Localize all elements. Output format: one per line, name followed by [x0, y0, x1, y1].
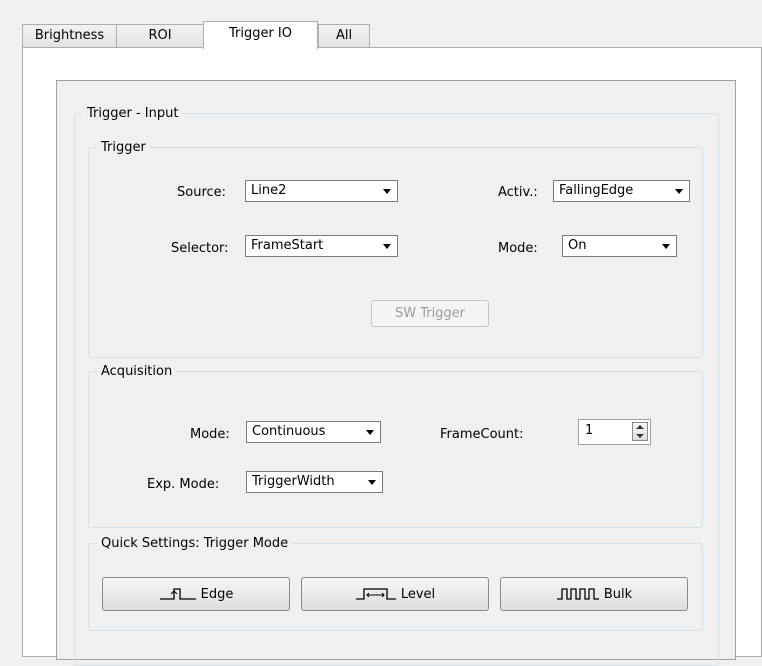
trigger-mode-dropdown[interactable]: On [562, 235, 677, 257]
spin-stepper[interactable] [632, 422, 648, 441]
framecount-value: 1 [585, 423, 594, 438]
edge-waveform-icon [159, 588, 196, 600]
edge-label: Edge [200, 586, 234, 602]
framecount-spinbox[interactable]: 1 [578, 419, 651, 445]
chevron-down-icon [383, 244, 391, 249]
bulk-waveform-icon [556, 588, 599, 600]
activation-value: FallingEdge [559, 183, 634, 198]
source-value: Line2 [251, 183, 287, 198]
quick-settings-title: Quick Settings: Trigger Mode [101, 536, 289, 551]
chevron-down-icon [368, 480, 376, 485]
tab-all[interactable]: All [318, 24, 370, 48]
level-label: Level [400, 586, 436, 602]
source-dropdown[interactable]: Line2 [245, 180, 398, 202]
spin-down-icon[interactable] [636, 434, 644, 438]
chevron-down-icon [675, 189, 683, 194]
tab-trigger-io[interactable]: Trigger IO [203, 21, 318, 49]
acquisition-mode-label: Mode: [190, 427, 230, 442]
tab-brightness[interactable]: Brightness [22, 24, 117, 48]
bulk-button[interactable]: Bulk [500, 577, 688, 611]
exp-mode-dropdown[interactable]: TriggerWidth [246, 471, 383, 493]
trigger-title: Trigger [101, 140, 146, 155]
chevron-down-icon [383, 189, 391, 194]
acquisition-mode-dropdown[interactable]: Continuous [246, 421, 381, 443]
activation-label: Activ.: [498, 185, 538, 200]
selector-label: Selector: [171, 241, 229, 256]
exp-mode-label: Exp. Mode: [147, 477, 220, 492]
bulk-label: Bulk [603, 586, 633, 602]
tab-roi[interactable]: ROI [116, 24, 204, 48]
trigger-mode-value: On [568, 238, 587, 253]
framecount-label: FrameCount: [440, 427, 524, 442]
selector-dropdown[interactable]: FrameStart [245, 235, 398, 257]
trigger-input-title: Trigger - Input [87, 106, 179, 121]
selector-value: FrameStart [251, 238, 324, 253]
edge-button[interactable]: Edge [102, 577, 290, 611]
acquisition-group: Acquisition [88, 364, 703, 528]
chevron-down-icon [662, 244, 670, 249]
level-waveform-icon [355, 588, 396, 600]
activation-dropdown[interactable]: FallingEdge [553, 180, 690, 202]
acquisition-title: Acquisition [101, 364, 173, 379]
chevron-down-icon [366, 430, 374, 435]
trigger-mode-label: Mode: [498, 241, 538, 256]
sw-trigger-button[interactable]: SW Trigger [371, 300, 489, 327]
acquisition-mode-value: Continuous [252, 424, 326, 439]
spin-up-icon[interactable] [636, 425, 644, 429]
source-label: Source: [177, 185, 227, 200]
exp-mode-value: TriggerWidth [252, 474, 335, 489]
level-button[interactable]: Level [301, 577, 489, 611]
